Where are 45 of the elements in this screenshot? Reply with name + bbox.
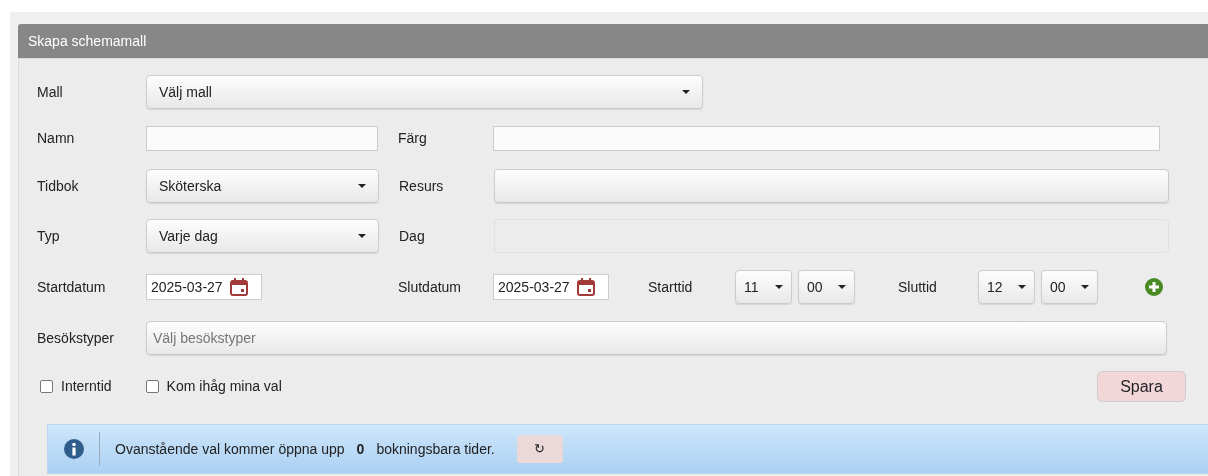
- dropdown[interactable]: 11: [735, 270, 792, 304]
- caret-icon: [838, 285, 846, 289]
- field-label: Besökstyper: [37, 328, 116, 348]
- dropdown[interactable]: 12: [978, 270, 1035, 304]
- caret-icon: [682, 90, 690, 94]
- caret-icon: [358, 184, 366, 188]
- select-field[interactable]: Välj besökstyper: [146, 321, 1167, 355]
- dropdown[interactable]: 00: [1041, 270, 1098, 304]
- checkbox[interactable]: [145, 380, 159, 393]
- caret-icon: [1081, 285, 1089, 289]
- field-label: Färg: [398, 129, 428, 148]
- field-label: Mall: [37, 82, 64, 102]
- checkbox-label: Kom ihåg mina val: [166, 377, 282, 396]
- checkbox-label: Interntid: [61, 377, 112, 396]
- caret-icon: [775, 285, 783, 289]
- date-field[interactable]: 2025-03-27: [493, 274, 609, 300]
- info-text: Ovanstående val kommer öppna upp: [115, 439, 345, 459]
- dropdown[interactable]: 00: [798, 270, 855, 304]
- caret-icon: [1018, 285, 1026, 289]
- dropdown[interactable]: Sköterska: [146, 169, 379, 203]
- field-label: Sluttid: [897, 277, 938, 297]
- calendar-icon[interactable]: [575, 277, 596, 297]
- field-label: Namn: [37, 129, 76, 148]
- field-label: Startdatum: [37, 277, 107, 297]
- dropdown[interactable]: Välj mall: [146, 75, 703, 109]
- caret-icon: [358, 234, 366, 238]
- field-label: Starttid: [647, 277, 694, 297]
- field-label: Resurs: [398, 176, 445, 196]
- count-value: 0: [356, 439, 365, 459]
- dropdown[interactable]: Varje dag: [146, 219, 379, 253]
- info-icon: [64, 439, 84, 459]
- calendar-icon[interactable]: [228, 277, 249, 297]
- refresh-button[interactable]: ↻: [516, 435, 563, 463]
- color-field[interactable]: [493, 126, 1160, 151]
- field-label: Slutdatum: [397, 277, 463, 297]
- field-label: Dag: [398, 226, 426, 246]
- text-field[interactable]: [146, 126, 378, 151]
- save-button[interactable]: Spara: [1097, 371, 1186, 402]
- add-icon[interactable]: [1145, 278, 1163, 296]
- field-label: Typ: [37, 226, 61, 246]
- panel-header: Skapa schemamall: [18, 24, 1208, 58]
- checkbox[interactable]: [40, 380, 53, 393]
- date-field[interactable]: 2025-03-27: [146, 274, 262, 300]
- field-label: Tidbok: [37, 176, 80, 196]
- info-text: bokningsbara tider.: [376, 439, 495, 459]
